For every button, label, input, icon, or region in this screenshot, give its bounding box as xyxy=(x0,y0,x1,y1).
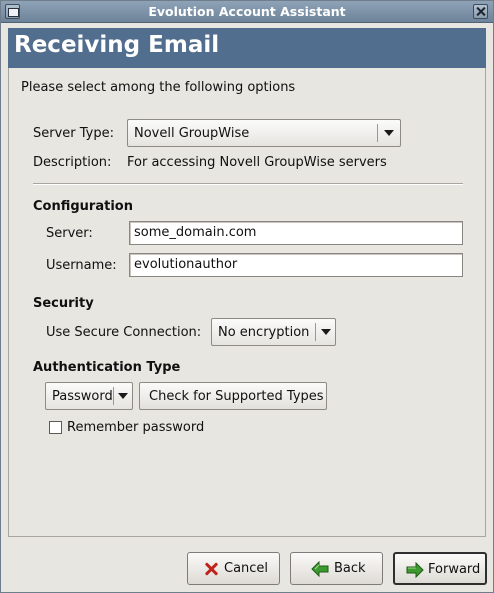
remember-password-checkbox[interactable] xyxy=(49,421,62,434)
configuration-heading: Configuration xyxy=(33,199,133,214)
remember-password-label: Remember password xyxy=(67,420,205,435)
chevron-down-icon xyxy=(384,130,394,136)
cancel-x-icon xyxy=(204,562,218,576)
server-type-select[interactable]: Novell GroupWise xyxy=(127,119,401,147)
chevron-down-icon xyxy=(118,393,128,399)
check-supported-types-button[interactable]: Check for Supported Types xyxy=(139,382,327,410)
forward-label: Forward xyxy=(428,562,481,577)
forward-arrow-icon xyxy=(406,562,424,578)
username-label: Username: xyxy=(46,258,117,273)
secure-connection-select[interactable]: No encryption xyxy=(211,318,336,346)
chevron-down-icon xyxy=(321,329,331,335)
forward-button[interactable]: Forward xyxy=(393,552,487,585)
auth-type-value: Password xyxy=(52,389,113,404)
window-title: Evolution Account Assistant xyxy=(148,4,346,19)
authentication-heading: Authentication Type xyxy=(33,360,181,375)
assistant-window: Evolution Account Assistant Receiving Em… xyxy=(0,0,494,593)
title-bar: Evolution Account Assistant xyxy=(1,1,493,23)
close-icon[interactable] xyxy=(473,4,488,19)
divider xyxy=(33,183,463,185)
description-value: For accessing Novell GroupWise servers xyxy=(127,155,387,170)
server-type-value: Novell GroupWise xyxy=(134,126,250,141)
check-supported-types-label: Check for Supported Types xyxy=(149,389,324,404)
server-label: Server: xyxy=(46,226,93,241)
back-button[interactable]: Back xyxy=(290,552,383,585)
page-title: Receiving Email xyxy=(14,32,220,58)
cancel-button[interactable]: Cancel xyxy=(187,552,280,585)
security-heading: Security xyxy=(33,296,94,311)
back-arrow-icon xyxy=(311,561,329,577)
cancel-label: Cancel xyxy=(224,561,269,576)
auth-type-select[interactable]: Password xyxy=(45,382,133,410)
description-label: Description: xyxy=(33,155,112,170)
secure-connection-value: No encryption xyxy=(218,325,310,340)
page-banner: Receiving Email xyxy=(8,28,486,68)
username-input[interactable]: evolutionauthor xyxy=(129,253,463,277)
secure-connection-label: Use Secure Connection: xyxy=(46,325,202,340)
server-input[interactable]: some_domain.com xyxy=(129,221,463,245)
content-panel: Please select among the following option… xyxy=(8,68,486,537)
intro-text: Please select among the following option… xyxy=(21,80,296,95)
server-type-label: Server Type: xyxy=(33,126,115,141)
back-label: Back xyxy=(334,561,366,576)
